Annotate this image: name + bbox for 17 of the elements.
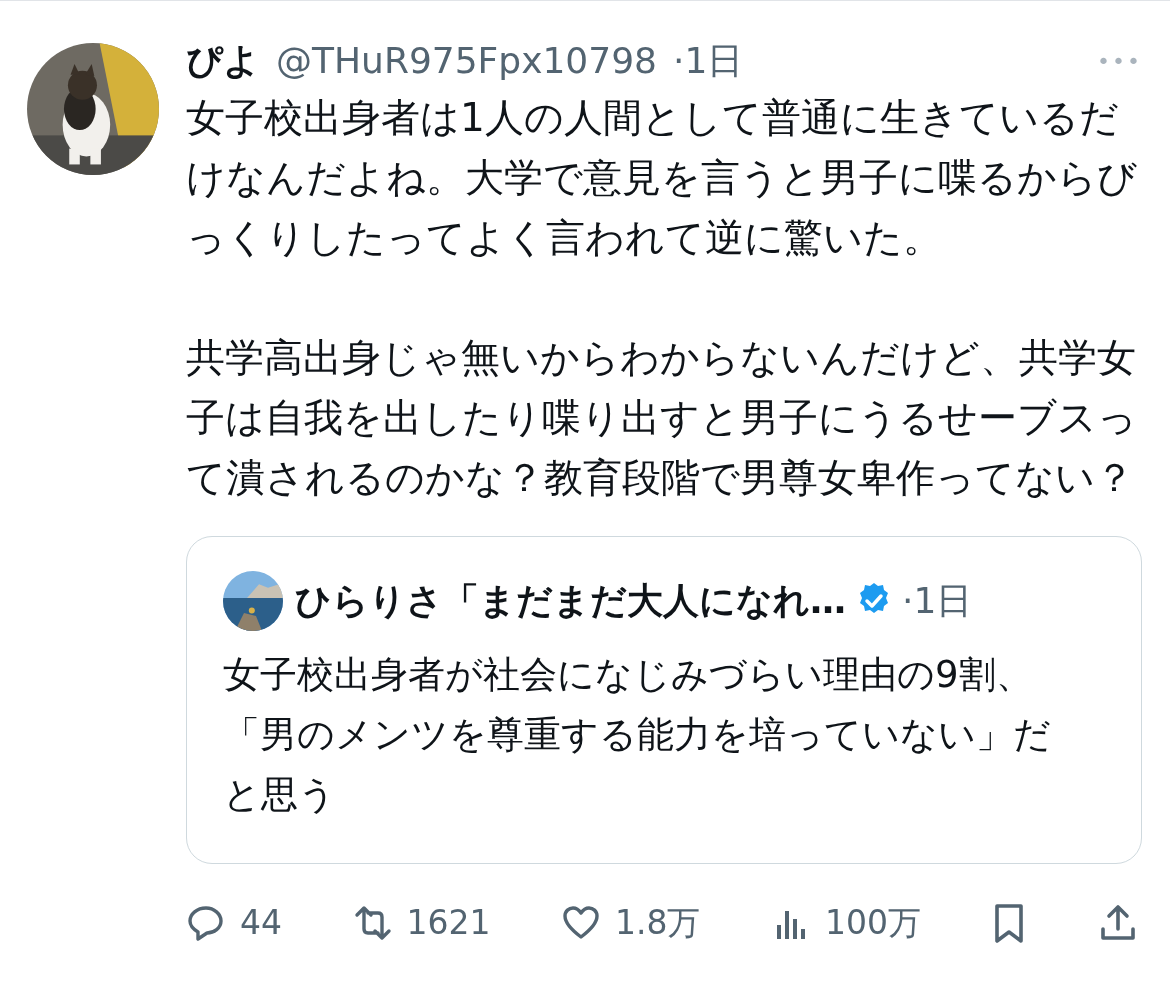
quoted-post-text: 女子校出身者が社会になじみづらい理由の9割、「男のメンツを尊重する能力を培っていない」だと思う [223, 652, 1052, 818]
post-text: 女子校出身者は1人の人間として普通に生きているだけなんだよね。大学で意見を言うと男子に喋るからびっくりしたってよく言われて逆に驚いた。 [186, 94, 1138, 262]
user-name[interactable]: ぴよ [186, 34, 260, 88]
action-count: 44 [240, 902, 282, 944]
action-count: 100万 [824, 902, 921, 944]
post-time: ·1日 [902, 579, 973, 623]
user-handle[interactable]: @THuR975Fpx10798 [276, 34, 657, 88]
post-time: ·1日 [673, 39, 744, 83]
reply-button[interactable]: 44 [186, 898, 282, 948]
views-button[interactable]: 100万 [770, 898, 921, 948]
post-text: 共学高出身じゃ無いからわからないんだけど、共学女子は自我を出したり喋り出すと男子にうるせーブスって潰されるのかな？教育段階で男尊女卑作ってない？ [186, 334, 1138, 502]
retweet-button[interactable]: 1621 [352, 898, 491, 948]
quoted-user-name[interactable]: ひらりさ「まだまだ大人になれ… [295, 574, 846, 628]
quoted-post-card[interactable]: ひらりさ「まだまだ大人になれ… ·1日 女子校出身者が社会になじみづらい理由の9割、「男のメンツを尊重する能力を培っていない」だと思う [186, 536, 1142, 864]
like-button[interactable]: 1.8万 [561, 898, 701, 948]
action-count: 1.8万 [615, 902, 701, 944]
action-count: 1621 [406, 902, 491, 944]
